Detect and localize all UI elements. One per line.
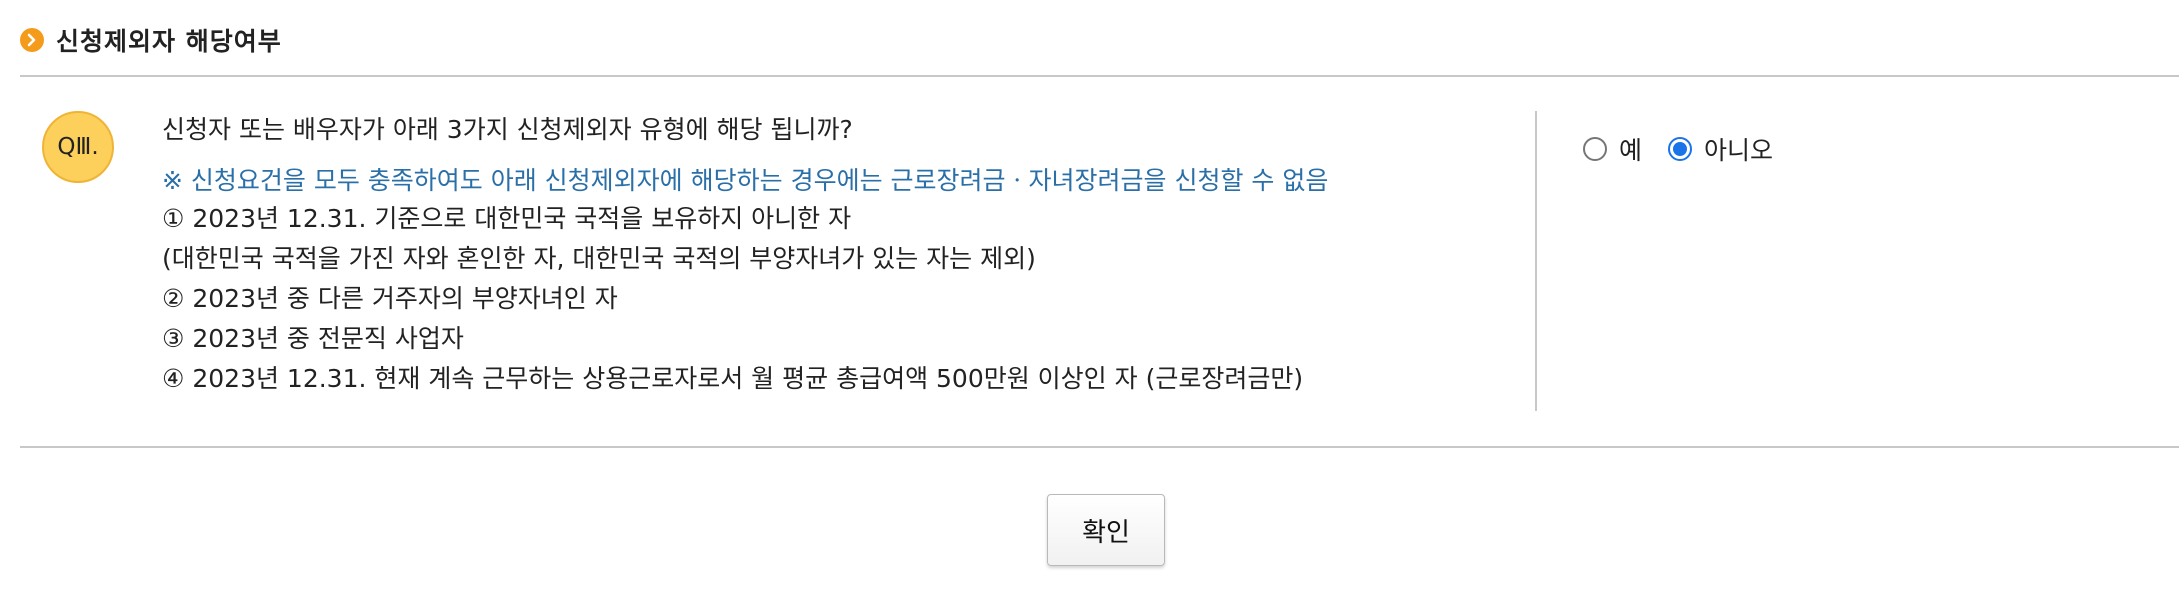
- condition-item: ③ 2023년 중 전문직 사업자: [162, 324, 464, 353]
- notice-text: ※ 신청요건을 모두 충족하여도 아래 신청제외자에 해당하는 경우에는 근로장…: [162, 166, 1329, 195]
- chevron-right-circle-icon: [20, 28, 44, 52]
- answer-radio-group: 예 아니오: [1583, 131, 1799, 167]
- confirm-button[interactable]: 확인: [1047, 494, 1165, 566]
- radio-yes[interactable]: [1583, 137, 1607, 161]
- vertical-divider: [1535, 111, 1537, 411]
- condition-list: ① 2023년 12.31. 기준으로 대한민국 국적을 보유하지 아니한 자 …: [162, 199, 1532, 399]
- condition-item: ① 2023년 12.31. 기준으로 대한민국 국적을 보유하지 아니한 자: [162, 204, 852, 233]
- question-area: 신청자 또는 배우자가 아래 3가지 신청제외자 유형에 해당 됩니까? ※ 신…: [162, 113, 1532, 399]
- radio-label-no: 아니오: [1704, 136, 1774, 165]
- top-divider: [20, 75, 2179, 77]
- section-title: 신청제외자 해당여부: [56, 27, 282, 56]
- bottom-divider: [20, 446, 2179, 448]
- condition-item: ④ 2023년 12.31. 현재 계속 근무하는 상용근로자로서 월 평균 총…: [162, 364, 1304, 393]
- radio-label-yes: 예: [1619, 136, 1643, 165]
- section-header: 신청제외자 해당여부: [20, 22, 282, 58]
- question-text: 신청자 또는 배우자가 아래 3가지 신청제외자 유형에 해당 됩니까?: [162, 115, 853, 144]
- condition-item: (대한민국 국적을 가진 자와 혼인한 자, 대한민국 국적의 부양자녀가 있는…: [162, 244, 1036, 273]
- radio-no[interactable]: [1668, 137, 1693, 161]
- radio-option-no[interactable]: 아니오: [1668, 131, 1773, 167]
- radio-selected-dot: [1673, 142, 1688, 156]
- condition-item: ② 2023년 중 다른 거주자의 부양자녀인 자: [162, 284, 618, 313]
- question-badge: QⅢ.: [42, 111, 114, 183]
- page: 신청제외자 해당여부 QⅢ. 신청자 또는 배우자가 아래 3가지 신청제외자 …: [0, 0, 2179, 589]
- radio-option-yes[interactable]: 예: [1583, 131, 1642, 167]
